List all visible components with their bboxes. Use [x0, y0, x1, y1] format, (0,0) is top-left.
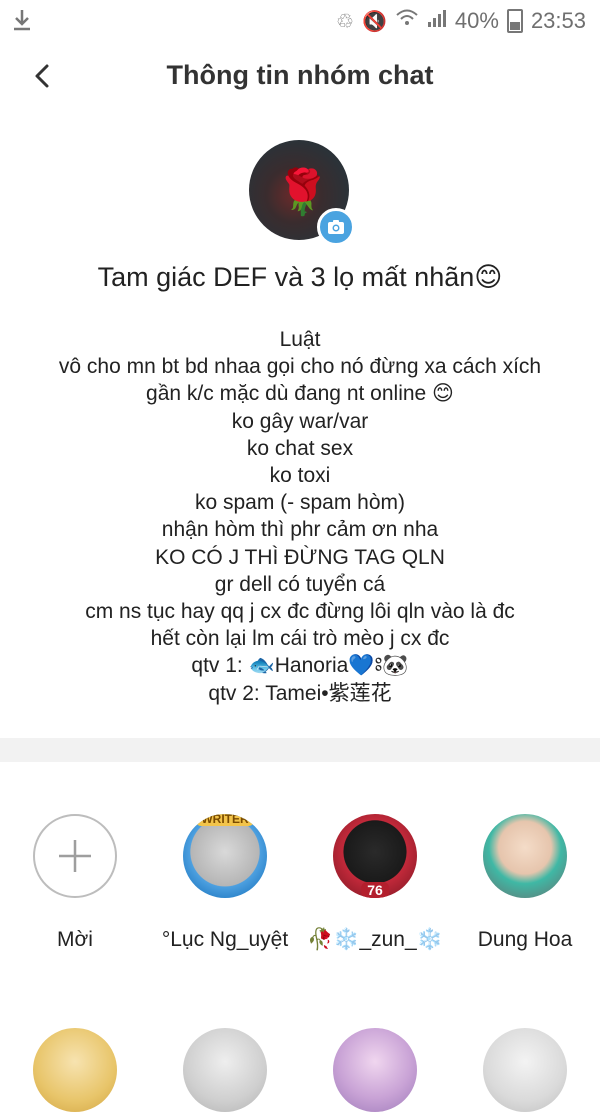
- rule-line: gần k/c mặc dù đang nt online 😊: [146, 382, 454, 406]
- member-item[interactable]: WRITER °Lục Ng_uyệt: [150, 814, 300, 952]
- change-photo-button[interactable]: [317, 208, 355, 246]
- status-bar: ♲ 🔇 40% 23:53: [0, 0, 600, 42]
- clock-time: 23:53: [530, 8, 586, 33]
- rule-line: ko spam (- spam hòm): [194, 491, 406, 515]
- rose-image: 🌹: [275, 168, 330, 217]
- rule-line: ko gây war/var: [231, 409, 369, 433]
- rule-line: gr dell có tuyển cá: [214, 572, 386, 596]
- wifi-icon: [395, 8, 419, 34]
- avatar: [333, 1028, 417, 1112]
- avatar: WRITER: [183, 814, 267, 898]
- avatar: [33, 1028, 117, 1112]
- rule-line: cm ns tục hay qq j cx đc đừng lôi qln và…: [85, 600, 515, 624]
- group-name[interactable]: Tam giác DEF và 3 lọ mất nhãn😊: [0, 262, 600, 293]
- member-item[interactable]: [150, 1028, 300, 1112]
- rule-line: ko chat sex: [246, 436, 354, 460]
- member-item[interactable]: Dung Hoa: [450, 814, 600, 952]
- section-divider: [0, 738, 600, 762]
- avatar: [183, 1028, 267, 1112]
- mute-icon: 🔇: [361, 10, 387, 33]
- page-title: Thông tin nhóm chat: [166, 60, 434, 90]
- avatar: [483, 814, 567, 898]
- group-description: Luật vô cho mn bt bd nhaa gọi cho nó đừn…: [20, 326, 580, 707]
- rule-line: ko toxi: [269, 464, 331, 488]
- rule-line: qtv 2: Tamei•紫莲花: [208, 681, 392, 705]
- rule-line: Luật: [279, 328, 321, 351]
- invite-member-button[interactable]: Mời: [0, 814, 150, 952]
- member-name: 🥀❄️_zun_❄️: [307, 928, 443, 951]
- download-icon: [12, 8, 32, 38]
- avatar: 76: [333, 814, 417, 898]
- member-item[interactable]: [0, 1028, 150, 1112]
- rule-line: nhận hòm thì phr cảm ơn nha: [161, 518, 439, 542]
- add-circle: [33, 814, 117, 898]
- battery-icon: [506, 9, 523, 33]
- rule-line: vô cho mn bt bd nhaa gọi cho nó đừng xa …: [58, 355, 542, 379]
- member-item[interactable]: [450, 1028, 600, 1112]
- member-name: °Lục Ng_uyệt: [161, 928, 289, 951]
- rule-line: KO CÓ J THÌ ĐỪNG TAG QLN: [155, 545, 445, 569]
- plus-icon: [59, 840, 91, 872]
- avatar: [483, 1028, 567, 1112]
- level-badge: 76: [361, 882, 389, 898]
- member-name: Dung Hoa: [477, 928, 573, 951]
- invite-label: Mời: [57, 928, 93, 951]
- writer-badge: WRITER: [195, 814, 255, 826]
- signal-icon: [427, 9, 447, 33]
- header: Thông tin nhóm chat: [0, 42, 600, 114]
- rule-line: hết còn lại lm cái trò mèo j cx đc: [150, 627, 450, 651]
- member-item[interactable]: [300, 1028, 450, 1112]
- battery-percent: 40%: [454, 8, 499, 33]
- recycle-icon: ♲: [336, 10, 354, 33]
- member-list: Mời WRITER °Lục Ng_uyệt 76 🥀❄️_zun_❄️ Du…: [0, 800, 600, 1112]
- rule-line: qtv 1: 🐟Hanoria💙ཿ🐼: [191, 654, 409, 678]
- member-item[interactable]: 76 🥀❄️_zun_❄️: [300, 814, 450, 952]
- camera-icon: [328, 220, 344, 234]
- status-icons: ♲ 🔇 40% 23:53: [336, 8, 586, 34]
